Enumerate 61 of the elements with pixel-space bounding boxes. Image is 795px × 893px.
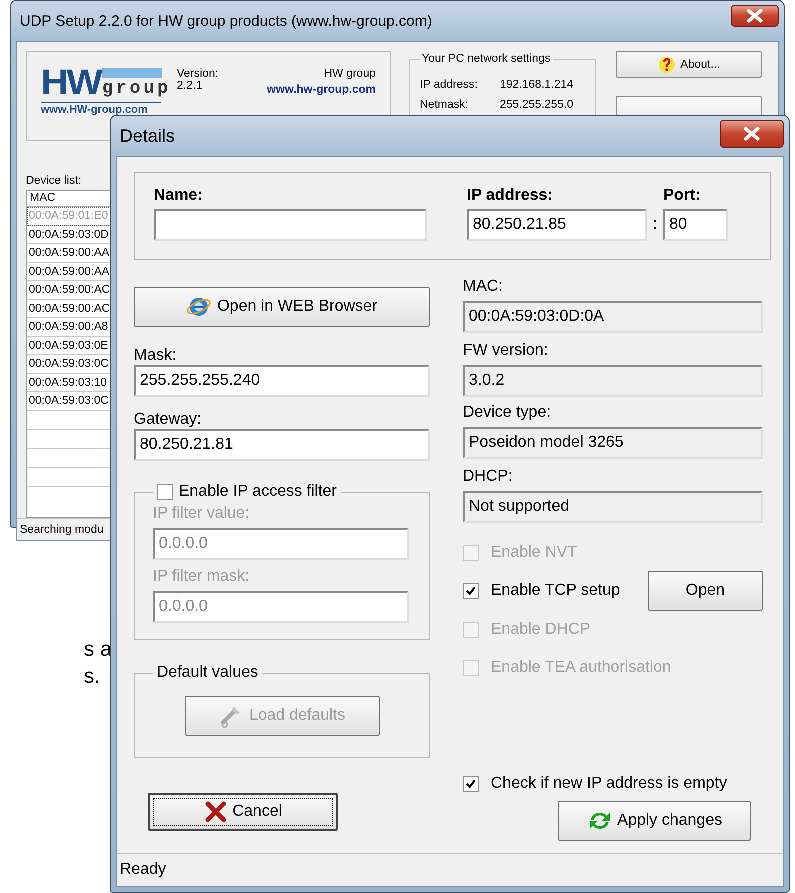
field-label: MAC: (463, 278, 503, 296)
setting-value: 255.255.255.0 (500, 99, 575, 111)
logo-word: group (102, 81, 172, 98)
logo-bar (102, 68, 162, 78)
field-label: Gateway: (134, 411, 202, 429)
close-icon (744, 127, 760, 141)
field-label: Name: (154, 187, 204, 206)
logo-mark: HW (41, 68, 101, 98)
version-value: 2.2.1 (177, 80, 204, 92)
readonly-field: Poseidon model 3265 (463, 427, 763, 459)
field-label: Mask: (134, 347, 177, 365)
ip-field[interactable]: 80.250.21.85 (467, 209, 647, 241)
window-title: UDP Setup 2.2.0 for HW group products (www.hw-group.com) (19, 12, 432, 30)
checkbox-label: Check if new IP address is empty (491, 775, 728, 793)
field-label: FW version: (463, 342, 548, 360)
checkbox[interactable] (463, 583, 479, 599)
version-label: Version: (177, 68, 220, 80)
company-name: HW group (324, 68, 376, 80)
status-text: Searching modu (20, 524, 104, 536)
globe-icon (186, 295, 212, 319)
close-button[interactable] (720, 120, 784, 148)
group-title: Your PC network settings (421, 53, 552, 65)
open-button[interactable]: Open (648, 571, 763, 611)
name-field[interactable] (154, 209, 427, 241)
checkbox-label: Enable IP access filter (179, 483, 338, 501)
website-link[interactable]: www.hw-group.com (267, 84, 376, 96)
field-label: Port: (663, 187, 702, 206)
checkbox-label: Enable DHCP (491, 621, 591, 639)
field-label: Device type: (463, 404, 552, 422)
checkbox[interactable] (463, 776, 479, 792)
dialog-title: Details (119, 126, 176, 146)
field-label: DHCP: (463, 468, 513, 486)
checkbox-label: Enable TEA authorisation (491, 659, 672, 677)
checkbox-label: Enable NVT (491, 544, 578, 562)
input-field[interactable]: 255.255.255.240 (134, 365, 430, 397)
setting-label: IP address: (420, 79, 479, 91)
status-text: Ready (120, 861, 166, 879)
close-icon (747, 9, 763, 23)
background-text: s. (84, 665, 100, 689)
group-title: Default values (156, 664, 260, 682)
about-button[interactable]: About... (616, 51, 762, 78)
input-field[interactable]: 80.250.21.81 (134, 429, 430, 461)
apply-button[interactable]: Apply changes (558, 801, 751, 841)
field-label: IP filter mask: (153, 568, 250, 586)
field-label: IP filter value: (153, 505, 250, 523)
setting-value: 192.168.1.214 (500, 79, 575, 91)
setting-label: Netmask: (420, 99, 470, 111)
port-field[interactable]: 80 (663, 209, 728, 241)
field-label: IP address: (467, 187, 554, 206)
separator: : (652, 215, 658, 235)
readonly-field: 3.0.2 (463, 365, 763, 397)
readonly-field: Not supported (463, 491, 763, 523)
checkbox[interactable] (157, 484, 173, 500)
readonly-field: 00:0A:59:03:0D:0A (463, 301, 763, 333)
device-list-label: Device list: (26, 175, 83, 187)
checkbox-label: Enable TCP setup (491, 582, 620, 600)
cross-icon (204, 801, 228, 823)
browser-button[interactable]: Open in WEB Browser (134, 287, 430, 327)
help-icon (658, 56, 676, 74)
close-button[interactable] (731, 5, 779, 27)
cancel-button[interactable]: Cancel (148, 793, 338, 831)
